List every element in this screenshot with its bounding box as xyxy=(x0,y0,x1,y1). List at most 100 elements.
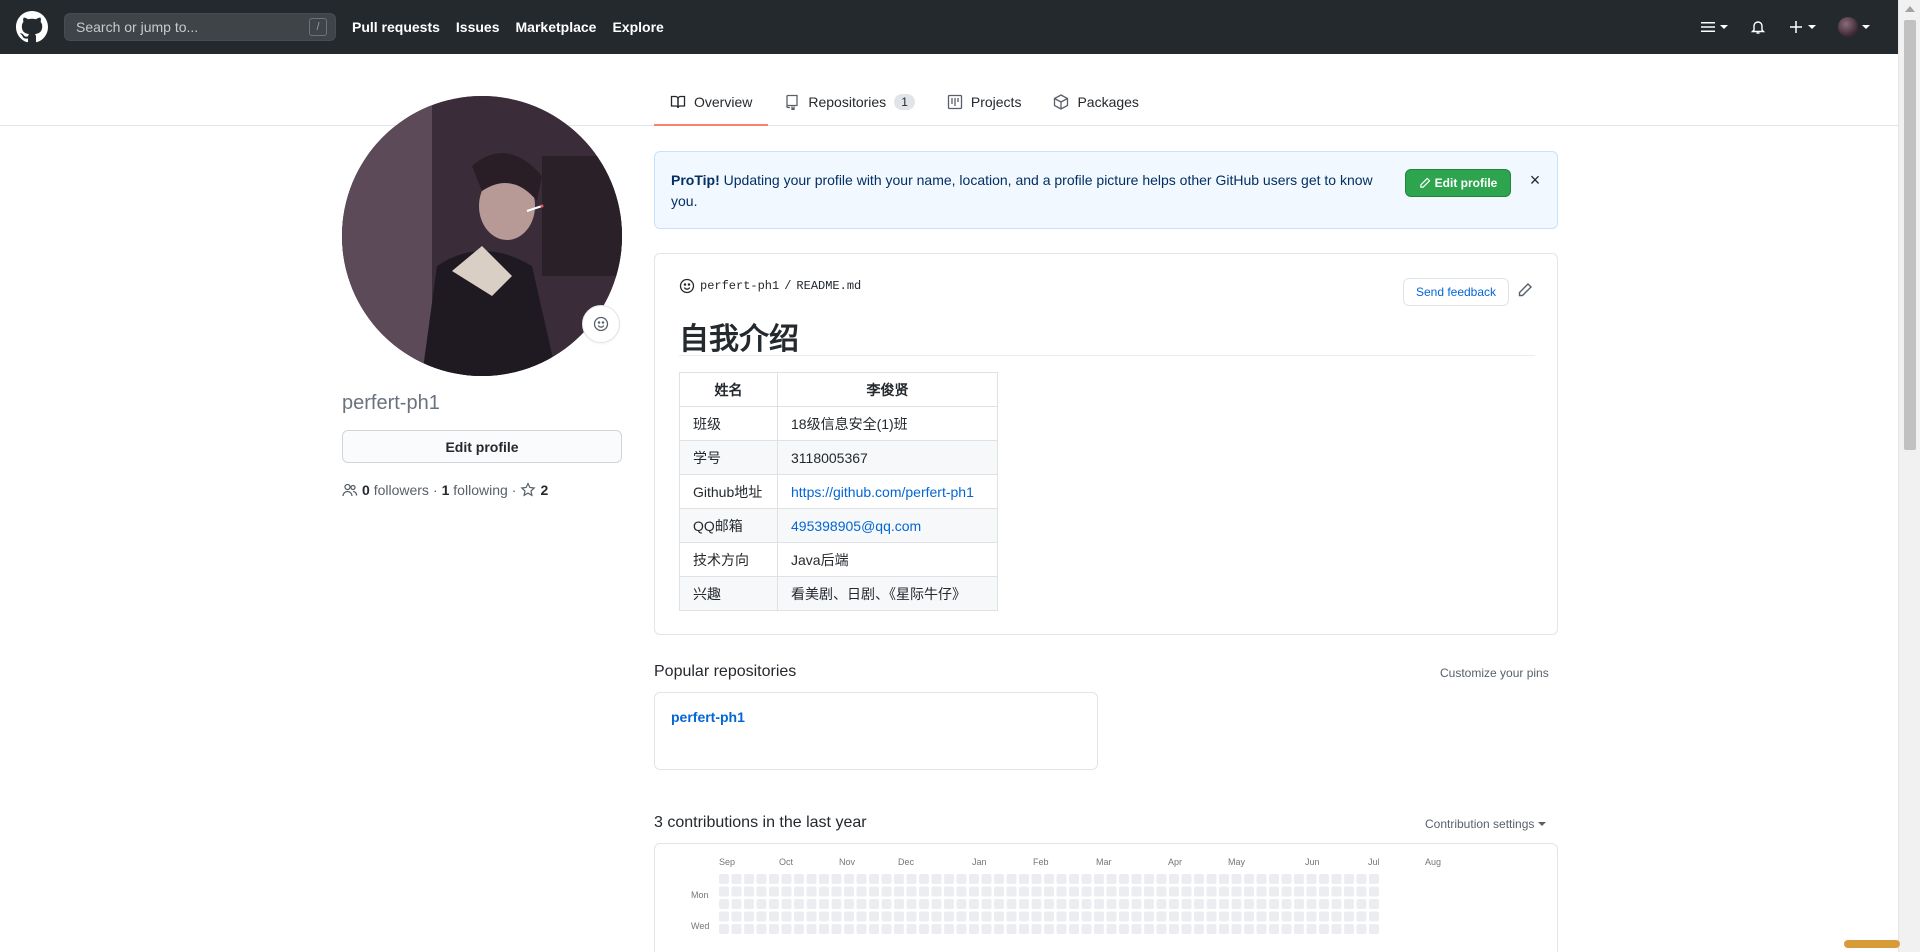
contribution-day-cell[interactable] xyxy=(969,886,979,897)
contribution-day-cell[interactable] xyxy=(1294,874,1304,884)
contribution-day-cell[interactable] xyxy=(881,899,892,909)
contribution-day-cell[interactable] xyxy=(906,924,917,934)
contribution-day-cell[interactable] xyxy=(744,924,754,934)
contribution-day-cell[interactable] xyxy=(856,924,867,934)
contribution-day-cell[interactable] xyxy=(1244,924,1254,934)
contribution-day-cell[interactable] xyxy=(744,899,754,909)
protip-edit-profile-button[interactable]: Edit profile xyxy=(1405,169,1511,197)
contribution-day-cell[interactable] xyxy=(731,899,742,909)
contribution-day-cell[interactable] xyxy=(1231,924,1242,934)
contribution-day-cell[interactable] xyxy=(1131,874,1142,884)
contribution-day-cell[interactable] xyxy=(1119,886,1129,897)
contribution-day-cell[interactable] xyxy=(919,924,929,934)
contribution-day-cell[interactable] xyxy=(1156,899,1167,909)
contribution-day-cell[interactable] xyxy=(806,911,817,922)
contribution-day-cell[interactable] xyxy=(994,911,1004,922)
contribution-day-cell[interactable] xyxy=(731,911,742,922)
pencil-icon[interactable] xyxy=(1517,282,1533,298)
contribution-day-cell[interactable] xyxy=(944,899,954,909)
contribution-day-cell[interactable] xyxy=(719,874,729,884)
contribution-day-cell[interactable] xyxy=(881,874,892,884)
contribution-day-cell[interactable] xyxy=(806,874,817,884)
contribution-day-cell[interactable] xyxy=(831,886,842,897)
contribution-day-cell[interactable] xyxy=(1181,911,1192,922)
contribution-day-cell[interactable] xyxy=(1006,899,1017,909)
contribution-day-cell[interactable] xyxy=(1256,874,1267,884)
contribution-day-cell[interactable] xyxy=(744,874,754,884)
contribution-day-cell[interactable] xyxy=(794,886,804,897)
contribution-day-cell[interactable] xyxy=(856,899,867,909)
contribution-day-cell[interactable] xyxy=(944,874,954,884)
repo-name-link[interactable]: perfert-ph1 xyxy=(671,709,745,725)
contribution-day-cell[interactable] xyxy=(1019,874,1029,884)
contribution-day-cell[interactable] xyxy=(1244,886,1254,897)
contribution-day-cell[interactable] xyxy=(956,899,967,909)
contribution-day-cell[interactable] xyxy=(1156,924,1167,934)
overlay-widget[interactable] xyxy=(1844,940,1900,948)
contribution-day-cell[interactable] xyxy=(1031,924,1042,934)
contribution-day-cell[interactable] xyxy=(1256,911,1267,922)
contribution-day-cell[interactable] xyxy=(1281,874,1292,884)
contribution-day-cell[interactable] xyxy=(1294,924,1304,934)
contribution-day-cell[interactable] xyxy=(1019,924,1029,934)
page-scrollbar[interactable] xyxy=(1898,0,1920,952)
contribution-day-cell[interactable] xyxy=(1369,899,1379,909)
contribution-day-cell[interactable] xyxy=(1081,886,1092,897)
contribution-day-cell[interactable] xyxy=(1206,924,1217,934)
contribution-day-cell[interactable] xyxy=(769,911,779,922)
contribution-day-cell[interactable] xyxy=(1206,911,1217,922)
contribution-day-cell[interactable] xyxy=(931,874,942,884)
contribution-day-cell[interactable] xyxy=(731,874,742,884)
contribution-day-cell[interactable] xyxy=(1069,911,1079,922)
contribution-day-cell[interactable] xyxy=(1081,874,1092,884)
github-logo-icon[interactable] xyxy=(16,11,48,43)
contribution-day-cell[interactable] xyxy=(1219,874,1229,884)
tab-repositories[interactable]: Repositories 1 xyxy=(768,80,931,126)
contribution-day-cell[interactable] xyxy=(1031,899,1042,909)
contribution-day-cell[interactable] xyxy=(769,886,779,897)
contribution-day-cell[interactable] xyxy=(1269,886,1279,897)
readme-path-user[interactable]: perfert-ph1 xyxy=(700,279,779,293)
following-link[interactable]: 1 following xyxy=(442,482,508,498)
contribution-day-cell[interactable] xyxy=(944,886,954,897)
contribution-day-cell[interactable] xyxy=(1306,911,1317,922)
contribution-day-cell[interactable] xyxy=(931,899,942,909)
tab-packages[interactable]: Packages xyxy=(1037,80,1154,126)
contribution-day-cell[interactable] xyxy=(1081,911,1092,922)
contribution-day-cell[interactable] xyxy=(844,886,854,897)
email-link[interactable]: 495398905@qq.com xyxy=(791,518,921,534)
stars-link[interactable]: 2 xyxy=(520,482,548,498)
contribution-day-cell[interactable] xyxy=(844,874,854,884)
contribution-day-cell[interactable] xyxy=(1019,911,1029,922)
contribution-day-cell[interactable] xyxy=(794,911,804,922)
set-status-button[interactable] xyxy=(582,305,620,343)
contribution-day-cell[interactable] xyxy=(1131,911,1142,922)
contribution-day-cell[interactable] xyxy=(1269,911,1279,922)
contribution-day-cell[interactable] xyxy=(806,899,817,909)
contribution-day-cell[interactable] xyxy=(1144,924,1154,934)
contribution-day-cell[interactable] xyxy=(994,874,1004,884)
contribution-day-cell[interactable] xyxy=(1031,886,1042,897)
contribution-day-cell[interactable] xyxy=(1069,899,1079,909)
contribution-day-cell[interactable] xyxy=(906,911,917,922)
contribution-day-cell[interactable] xyxy=(956,874,967,884)
contribution-day-cell[interactable] xyxy=(869,899,879,909)
contribution-day-cell[interactable] xyxy=(1319,886,1329,897)
notifications-button[interactable] xyxy=(1750,19,1766,35)
contribution-day-cell[interactable] xyxy=(856,874,867,884)
contribution-day-cell[interactable] xyxy=(1144,899,1154,909)
contribution-day-cell[interactable] xyxy=(806,924,817,934)
contribution-day-cell[interactable] xyxy=(819,886,829,897)
contribution-day-cell[interactable] xyxy=(1044,874,1054,884)
contribution-day-cell[interactable] xyxy=(1231,874,1242,884)
contribution-day-cell[interactable] xyxy=(894,899,904,909)
close-icon[interactable]: × xyxy=(1527,171,1543,189)
followers-link[interactable]: 0 followers xyxy=(362,482,429,498)
contribution-day-cell[interactable] xyxy=(1044,924,1054,934)
contribution-day-cell[interactable] xyxy=(981,924,992,934)
contribution-day-cell[interactable] xyxy=(1094,911,1104,922)
contribution-day-cell[interactable] xyxy=(1031,874,1042,884)
contribution-day-cell[interactable] xyxy=(756,874,767,884)
contribution-day-cell[interactable] xyxy=(856,886,867,897)
contribution-day-cell[interactable] xyxy=(1081,924,1092,934)
